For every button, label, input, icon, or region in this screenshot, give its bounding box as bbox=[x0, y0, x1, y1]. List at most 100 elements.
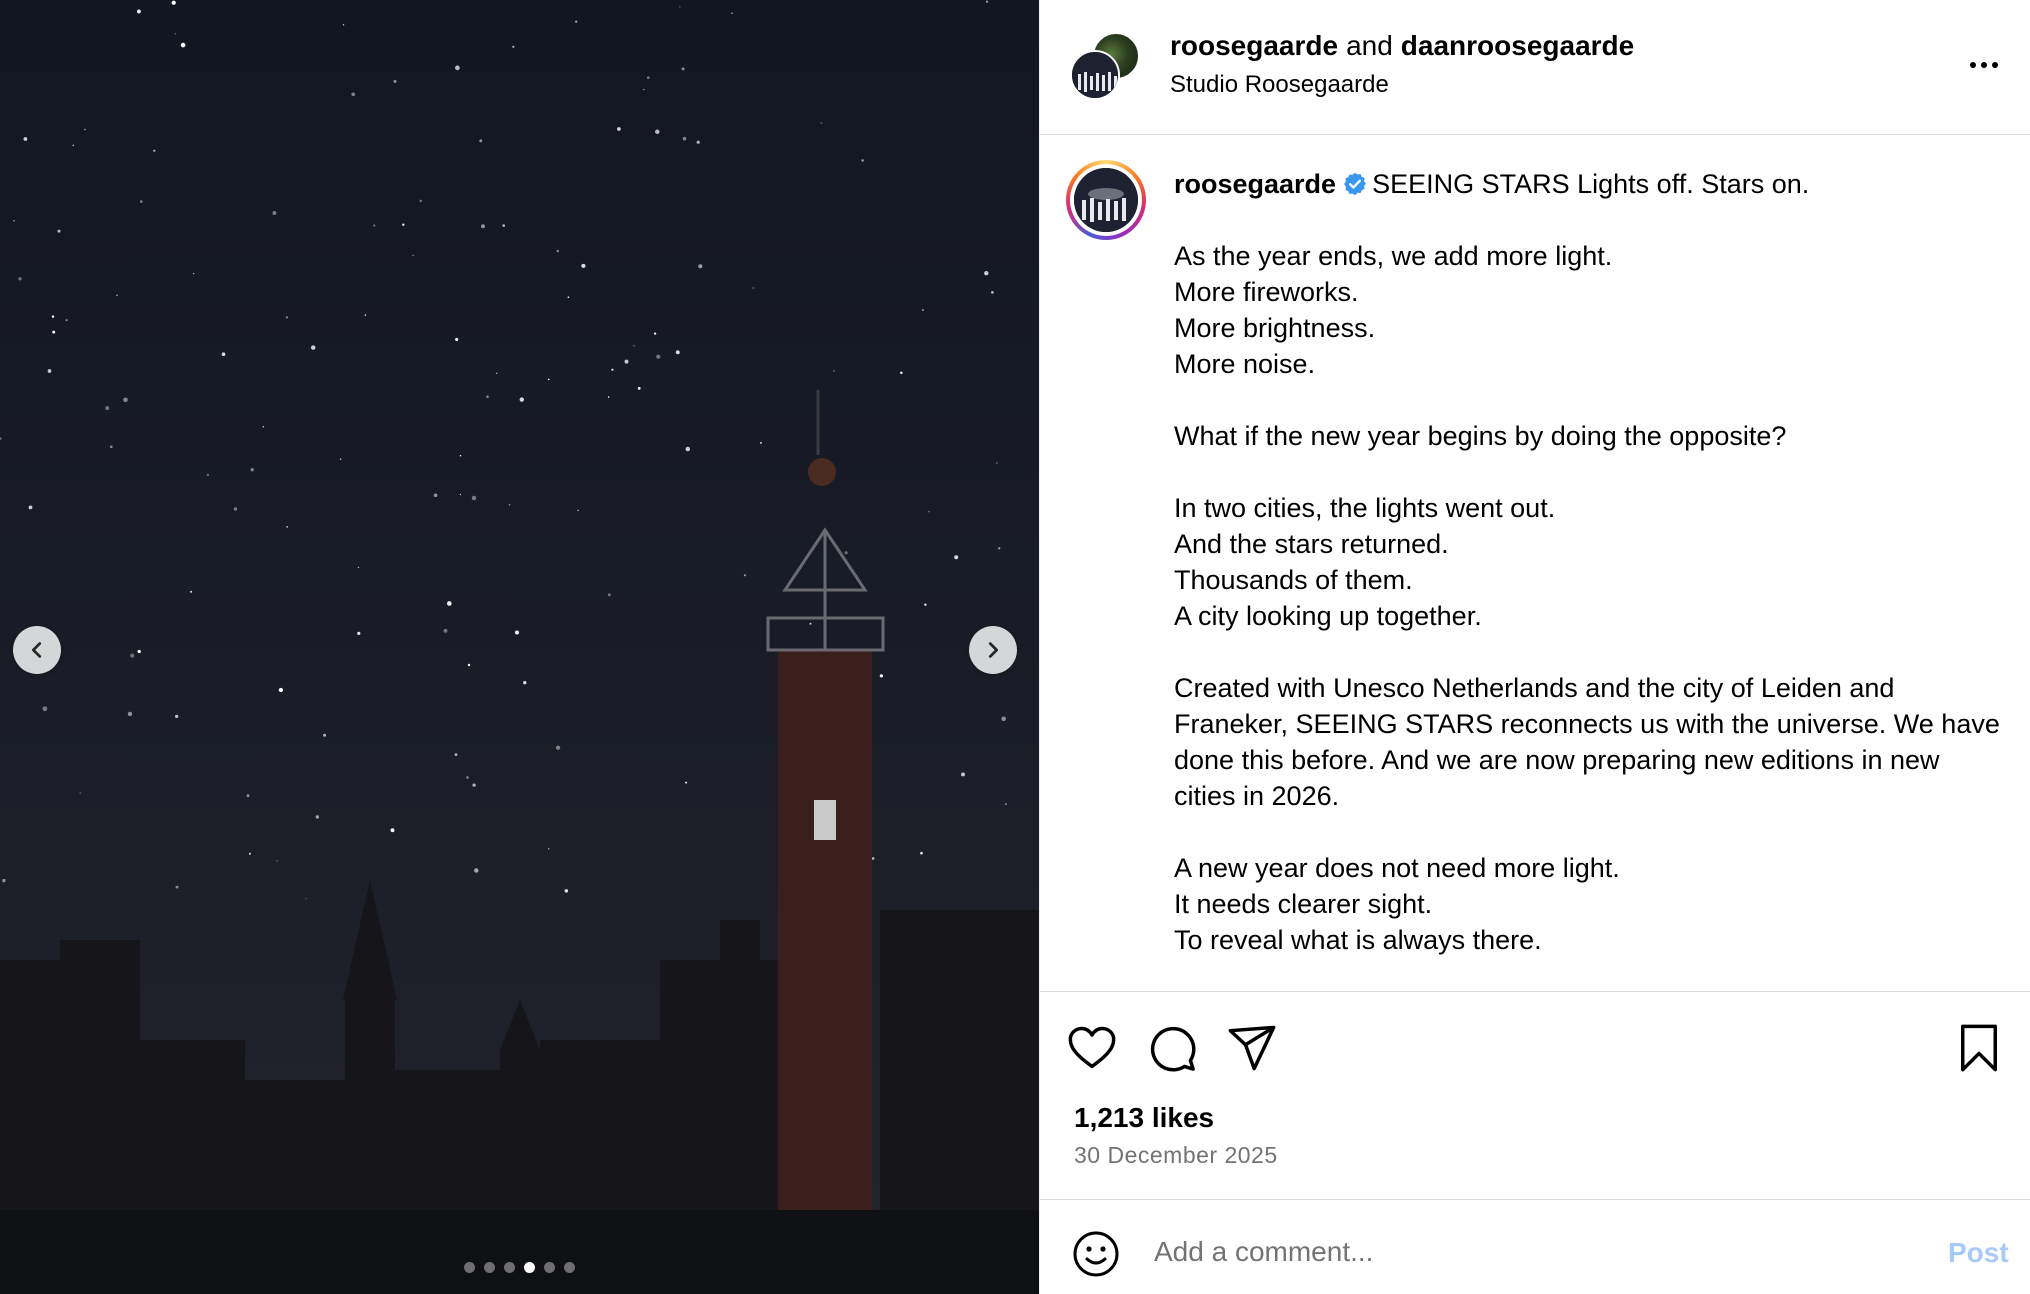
star bbox=[820, 122, 823, 124]
bookmark-icon bbox=[1961, 1024, 1997, 1072]
comment-input[interactable] bbox=[1154, 1224, 1854, 1280]
star bbox=[171, 0, 176, 5]
caption-line: A new year does not need more light. bbox=[1174, 853, 1620, 883]
star bbox=[523, 681, 527, 685]
star bbox=[57, 229, 61, 233]
star bbox=[357, 566, 360, 569]
header-connector: and bbox=[1346, 30, 1393, 61]
star bbox=[1001, 716, 1006, 722]
star bbox=[412, 254, 414, 256]
carousel-dot bbox=[524, 1262, 535, 1273]
star bbox=[879, 674, 884, 678]
star bbox=[675, 350, 680, 355]
star bbox=[262, 425, 265, 428]
star bbox=[961, 772, 965, 777]
caption-line: And the stars returned. bbox=[1174, 529, 1449, 559]
night-sky-photo bbox=[0, 0, 1039, 1294]
star bbox=[954, 555, 959, 560]
caption-username[interactable]: roosegaarde bbox=[1174, 169, 1336, 199]
star bbox=[624, 359, 629, 364]
star bbox=[844, 551, 848, 555]
star bbox=[18, 277, 22, 281]
star bbox=[276, 860, 278, 862]
star bbox=[555, 745, 561, 750]
post-header: roosegaarde and daanroosegaarde Studio Roo… bbox=[1040, 0, 2030, 135]
star bbox=[998, 547, 1001, 550]
post-date[interactable]: 30 December 2025 bbox=[1074, 1140, 1278, 1170]
star bbox=[547, 378, 550, 381]
star bbox=[567, 296, 570, 299]
save-button[interactable] bbox=[1953, 1022, 2005, 1074]
share-button[interactable] bbox=[1226, 1022, 1278, 1074]
likes-count[interactable]: 1,213 likes bbox=[1074, 1100, 1214, 1136]
comment-button[interactable] bbox=[1146, 1022, 1198, 1074]
next-image-button[interactable] bbox=[969, 626, 1017, 674]
star bbox=[459, 493, 462, 496]
post-comment-button[interactable]: Post bbox=[1948, 1236, 2009, 1270]
caption-body: As the year ends, we add more light. More… bbox=[1174, 202, 2004, 958]
star bbox=[611, 368, 614, 371]
star bbox=[373, 224, 376, 227]
avatar-primary[interactable] bbox=[1070, 50, 1120, 100]
star bbox=[84, 128, 86, 131]
star bbox=[681, 67, 685, 71]
star bbox=[759, 441, 763, 444]
star bbox=[310, 345, 316, 350]
star bbox=[486, 395, 489, 398]
header-username-primary[interactable]: roosegaarde bbox=[1170, 30, 1338, 61]
star bbox=[446, 601, 452, 606]
star bbox=[278, 687, 284, 693]
header-subtitle[interactable]: Studio Roosegaarde bbox=[1170, 70, 1389, 100]
star bbox=[809, 622, 812, 625]
star bbox=[72, 144, 75, 147]
star bbox=[643, 88, 645, 91]
comment-icon bbox=[1150, 1026, 1196, 1072]
star bbox=[285, 316, 289, 319]
post-media[interactable] bbox=[0, 0, 1039, 1294]
caption-line: A city looking up together. bbox=[1174, 601, 1482, 631]
like-button[interactable] bbox=[1066, 1022, 1118, 1074]
star bbox=[153, 149, 156, 152]
star bbox=[402, 223, 405, 226]
previous-image-button[interactable] bbox=[13, 626, 61, 674]
star bbox=[390, 828, 395, 833]
carousel-dot bbox=[564, 1262, 575, 1273]
star bbox=[455, 65, 460, 71]
star bbox=[508, 503, 511, 506]
caption-title: SEEING STARS Lights off. Stars on. bbox=[1372, 169, 1810, 199]
caption-line: More noise. bbox=[1174, 349, 1316, 379]
chevron-right-icon bbox=[988, 642, 999, 658]
star bbox=[180, 42, 186, 48]
emoji-button[interactable] bbox=[1072, 1230, 1120, 1278]
star bbox=[861, 159, 864, 162]
smiley-icon bbox=[1073, 1231, 1119, 1277]
caption-line: Thousands of them. bbox=[1174, 565, 1413, 595]
star bbox=[433, 493, 438, 498]
star bbox=[581, 263, 586, 268]
star bbox=[496, 372, 498, 374]
star bbox=[607, 396, 610, 398]
header-username-collab[interactable]: daanroosegaarde bbox=[1401, 30, 1634, 61]
star bbox=[991, 291, 994, 294]
caption-avatar[interactable] bbox=[1066, 160, 1146, 240]
collab-avatars[interactable] bbox=[1070, 30, 1142, 102]
star bbox=[127, 711, 133, 717]
star bbox=[467, 663, 471, 667]
star bbox=[52, 330, 56, 334]
star bbox=[339, 458, 342, 461]
more-options-button[interactable] bbox=[1964, 50, 2004, 80]
star bbox=[512, 45, 515, 48]
star bbox=[443, 628, 448, 633]
star bbox=[109, 445, 113, 449]
star bbox=[696, 140, 700, 144]
star bbox=[471, 495, 477, 501]
star bbox=[577, 509, 579, 512]
star bbox=[105, 406, 110, 411]
carousel-dot bbox=[484, 1262, 495, 1273]
share-icon bbox=[1228, 1025, 1276, 1071]
star bbox=[1004, 803, 1007, 806]
star bbox=[752, 287, 754, 289]
